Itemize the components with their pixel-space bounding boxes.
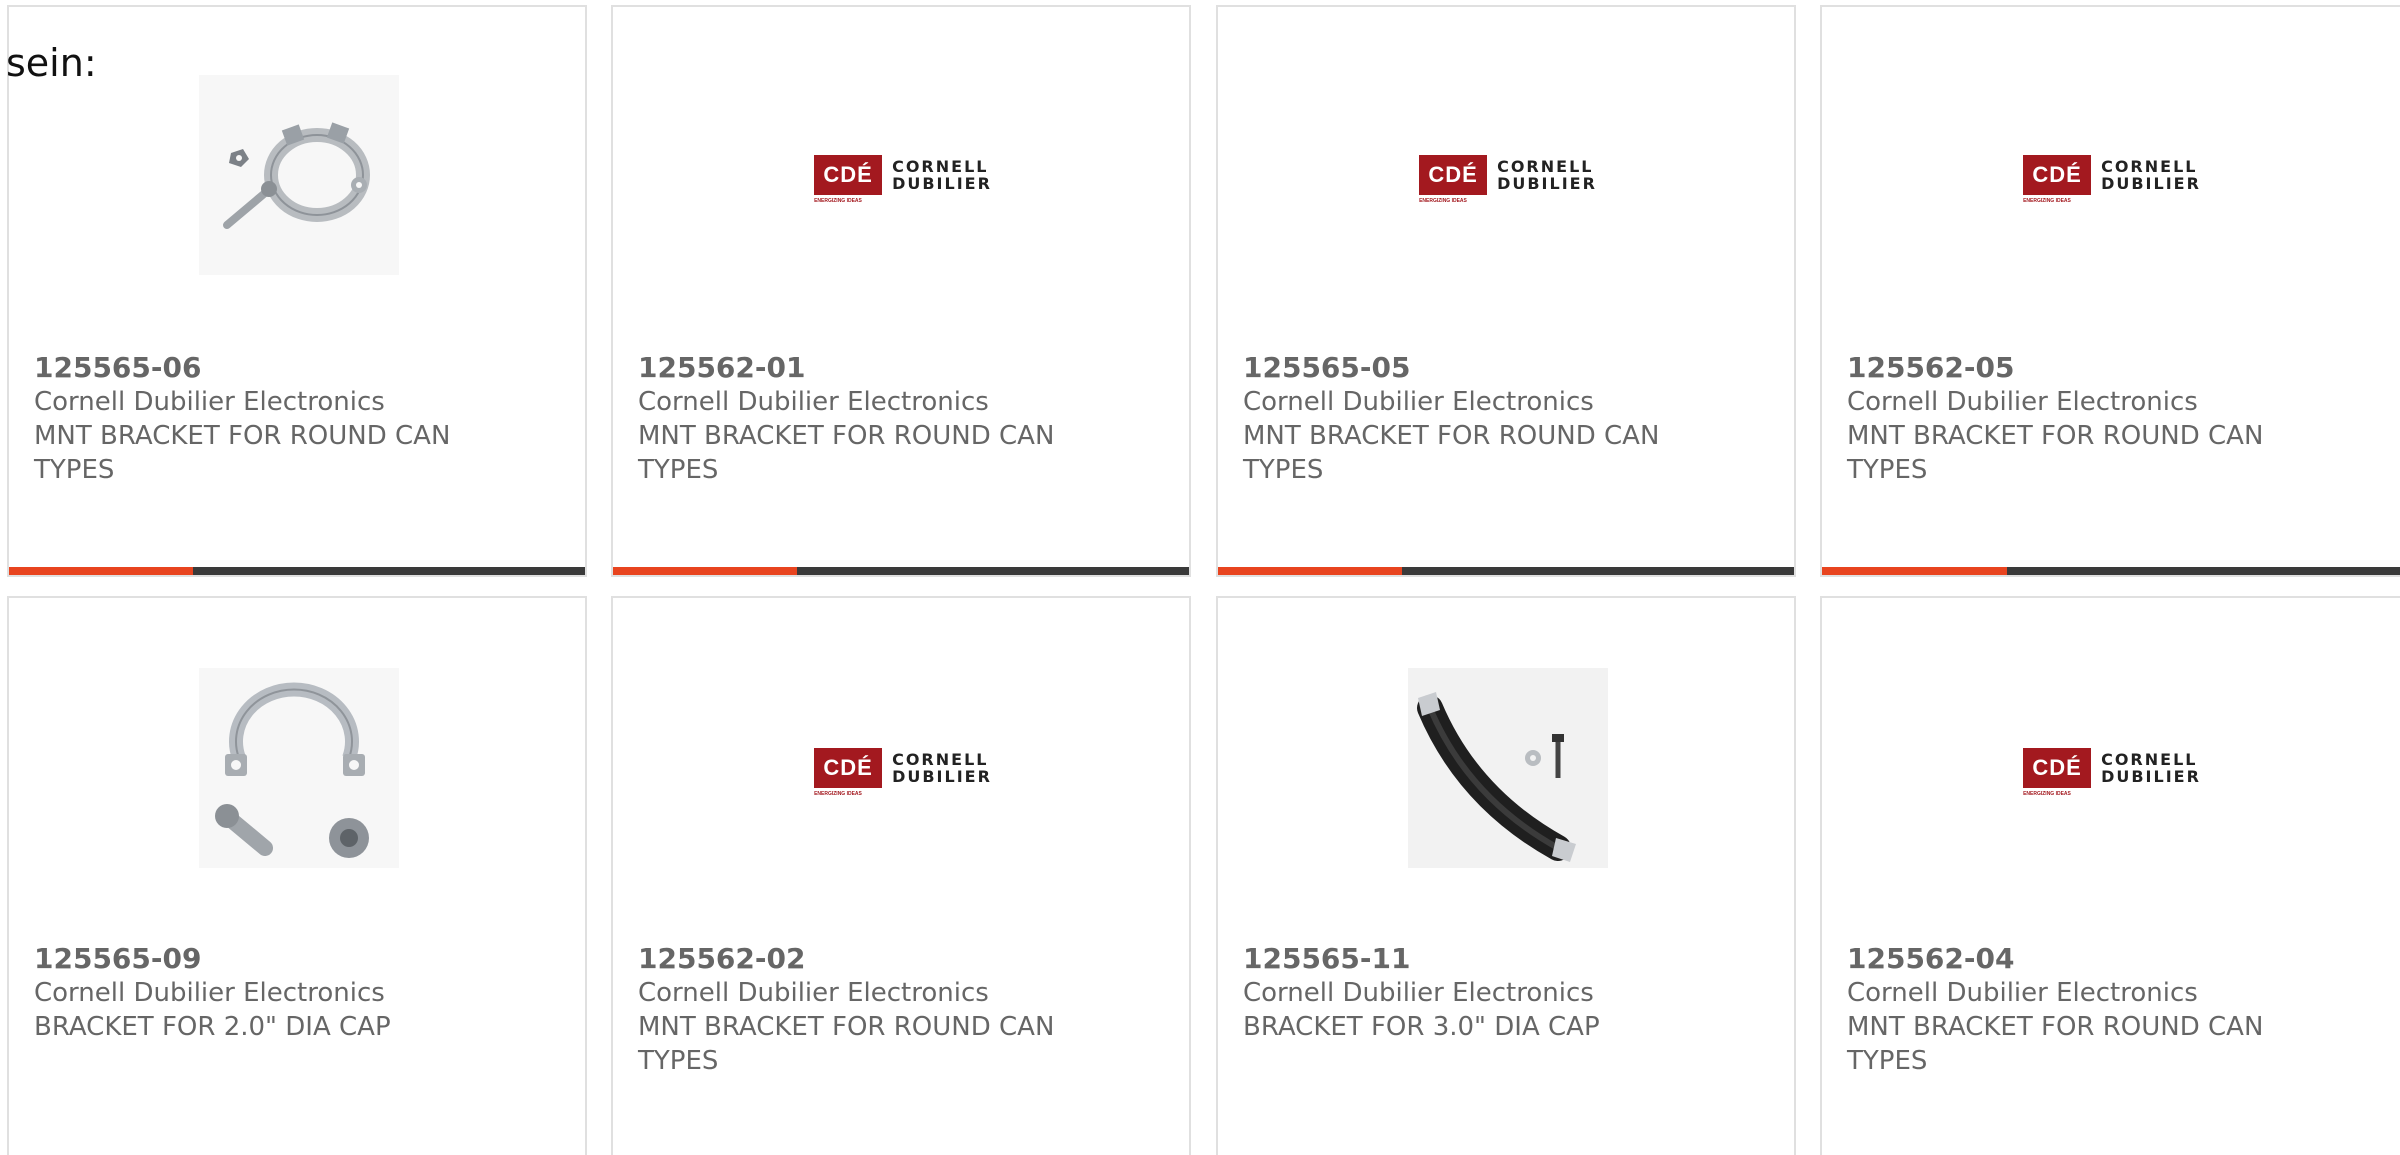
cde-logo-wordmark: CORNELL DUBILIER [1497,157,1597,193]
product-description: MNT BRACKET FOR ROUND CAN TYPES [638,421,1055,485]
progress-fill [1218,567,1403,575]
bracket-clamp-with-screw-photo [199,75,399,275]
product-card[interactable]: CDÉ ENERGIZING IDEAS CORNELL DUBILIER 12… [611,5,1191,577]
product-image[interactable] [199,668,399,868]
intro-text: sein: [6,41,97,85]
product-image[interactable] [1408,668,1608,868]
progress-fill [1822,567,2007,575]
product-description: MNT BRACKET FOR ROUND CAN TYPES [1243,421,1660,485]
part-number-link[interactable]: 125565-06 [34,351,504,385]
product-image[interactable]: CDÉ ENERGIZING IDEAS CORNELL DUBILIER [1408,75,1608,275]
progress-bar [9,567,585,575]
manufacturer-name: Cornell Dubilier Electronics [34,978,385,1008]
cde-logo-mark: CDÉ ENERGIZING IDEAS [1419,155,1488,204]
product-info: 125562-04 Cornell Dubilier Electronics M… [1847,942,2317,1078]
cde-logo-mark: CDÉ ENERGIZING IDEAS [814,155,883,204]
manufacturer-name: Cornell Dubilier Electronics [34,387,385,417]
part-number-link[interactable]: 125562-02 [638,942,1108,976]
bracket-clamp-with-screw-and-nut-photo [199,668,399,868]
product-info: 125565-09 Cornell Dubilier Electronics B… [34,942,504,1044]
product-card[interactable]: 125565-11 Cornell Dubilier Electronics B… [1216,596,1796,1155]
cde-logo: CDÉ ENERGIZING IDEAS CORNELL DUBILIER [1419,155,1597,204]
product-info: 125565-11 Cornell Dubilier Electronics B… [1243,942,1713,1044]
product-grid: 125565-06 Cornell Dubilier Electronics M… [0,0,2400,1155]
product-description: BRACKET FOR 3.0" DIA CAP [1243,1012,1600,1042]
cde-logo-wordmark: CORNELL DUBILIER [892,157,992,193]
cde-logo-mark: CDÉ ENERGIZING IDEAS [2023,155,2092,204]
product-info: 125565-05 Cornell Dubilier Electronics M… [1243,351,1713,487]
part-number-link[interactable]: 125562-05 [1847,351,2317,385]
manufacturer-name: Cornell Dubilier Electronics [1847,387,2198,417]
part-number-link[interactable]: 125565-05 [1243,351,1713,385]
progress-bar [1218,567,1794,575]
product-card[interactable]: 125565-09 Cornell Dubilier Electronics B… [7,596,587,1155]
product-info: 125565-06 Cornell Dubilier Electronics M… [34,351,504,487]
product-description: MNT BRACKET FOR ROUND CAN TYPES [1847,421,2264,485]
part-number-link[interactable]: 125562-01 [638,351,1108,385]
product-card[interactable]: 125565-06 Cornell Dubilier Electronics M… [7,5,587,577]
cde-logo: CDÉ ENERGIZING IDEAS CORNELL DUBILIER [814,748,992,797]
progress-bar [613,567,1189,575]
product-image[interactable] [199,75,399,275]
progress-fill [9,567,194,575]
product-info: 125562-05 Cornell Dubilier Electronics M… [1847,351,2317,487]
product-image[interactable]: CDÉ ENERGIZING IDEAS CORNELL DUBILIER [803,75,1003,275]
part-number-link[interactable]: 125565-11 [1243,942,1713,976]
product-card[interactable]: CDÉ ENERGIZING IDEAS CORNELL DUBILIER 12… [1820,596,2400,1155]
cde-logo-mark: CDÉ ENERGIZING IDEAS [814,748,883,797]
manufacturer-name: Cornell Dubilier Electronics [1243,387,1594,417]
product-card[interactable]: CDÉ ENERGIZING IDEAS CORNELL DUBILIER 12… [611,596,1191,1155]
progress-bar [1822,567,2400,575]
manufacturer-name: Cornell Dubilier Electronics [1847,978,2198,1008]
progress-fill [613,567,798,575]
manufacturer-name: Cornell Dubilier Electronics [1243,978,1594,1008]
cde-logo: CDÉ ENERGIZING IDEAS CORNELL DUBILIER [814,155,992,204]
manufacturer-name: Cornell Dubilier Electronics [638,387,989,417]
product-card[interactable]: CDÉ ENERGIZING IDEAS CORNELL DUBILIER 12… [1820,5,2400,577]
cde-logo: CDÉ ENERGIZING IDEAS CORNELL DUBILIER [2023,748,2201,797]
cde-logo-wordmark: CORNELL DUBILIER [2101,750,2201,786]
product-grid-page: sein: 125565-06 Cornell Dubilier Electro… [0,0,2400,1155]
cde-logo-wordmark: CORNELL DUBILIER [2101,157,2201,193]
product-card[interactable]: CDÉ ENERGIZING IDEAS CORNELL DUBILIER 12… [1216,5,1796,577]
product-image[interactable]: CDÉ ENERGIZING IDEAS CORNELL DUBILIER [2012,668,2212,868]
manufacturer-name: Cornell Dubilier Electronics [638,978,989,1008]
cde-logo: CDÉ ENERGIZING IDEAS CORNELL DUBILIER [2023,155,2201,204]
cde-logo-wordmark: CORNELL DUBILIER [892,750,992,786]
product-image[interactable]: CDÉ ENERGIZING IDEAS CORNELL DUBILIER [2012,75,2212,275]
cde-logo-mark: CDÉ ENERGIZING IDEAS [2023,748,2092,797]
part-number-link[interactable]: 125562-04 [1847,942,2317,976]
product-info: 125562-02 Cornell Dubilier Electronics M… [638,942,1108,1078]
part-number-link[interactable]: 125565-09 [34,942,504,976]
product-description: MNT BRACKET FOR ROUND CAN TYPES [1847,1012,2264,1076]
product-description: MNT BRACKET FOR ROUND CAN TYPES [34,421,451,485]
product-info: 125562-01 Cornell Dubilier Electronics M… [638,351,1108,487]
black-bracket-clamp-photo [1408,668,1608,868]
product-image[interactable]: CDÉ ENERGIZING IDEAS CORNELL DUBILIER [803,668,1003,868]
product-description: BRACKET FOR 2.0" DIA CAP [34,1012,391,1042]
product-description: MNT BRACKET FOR ROUND CAN TYPES [638,1012,1055,1076]
